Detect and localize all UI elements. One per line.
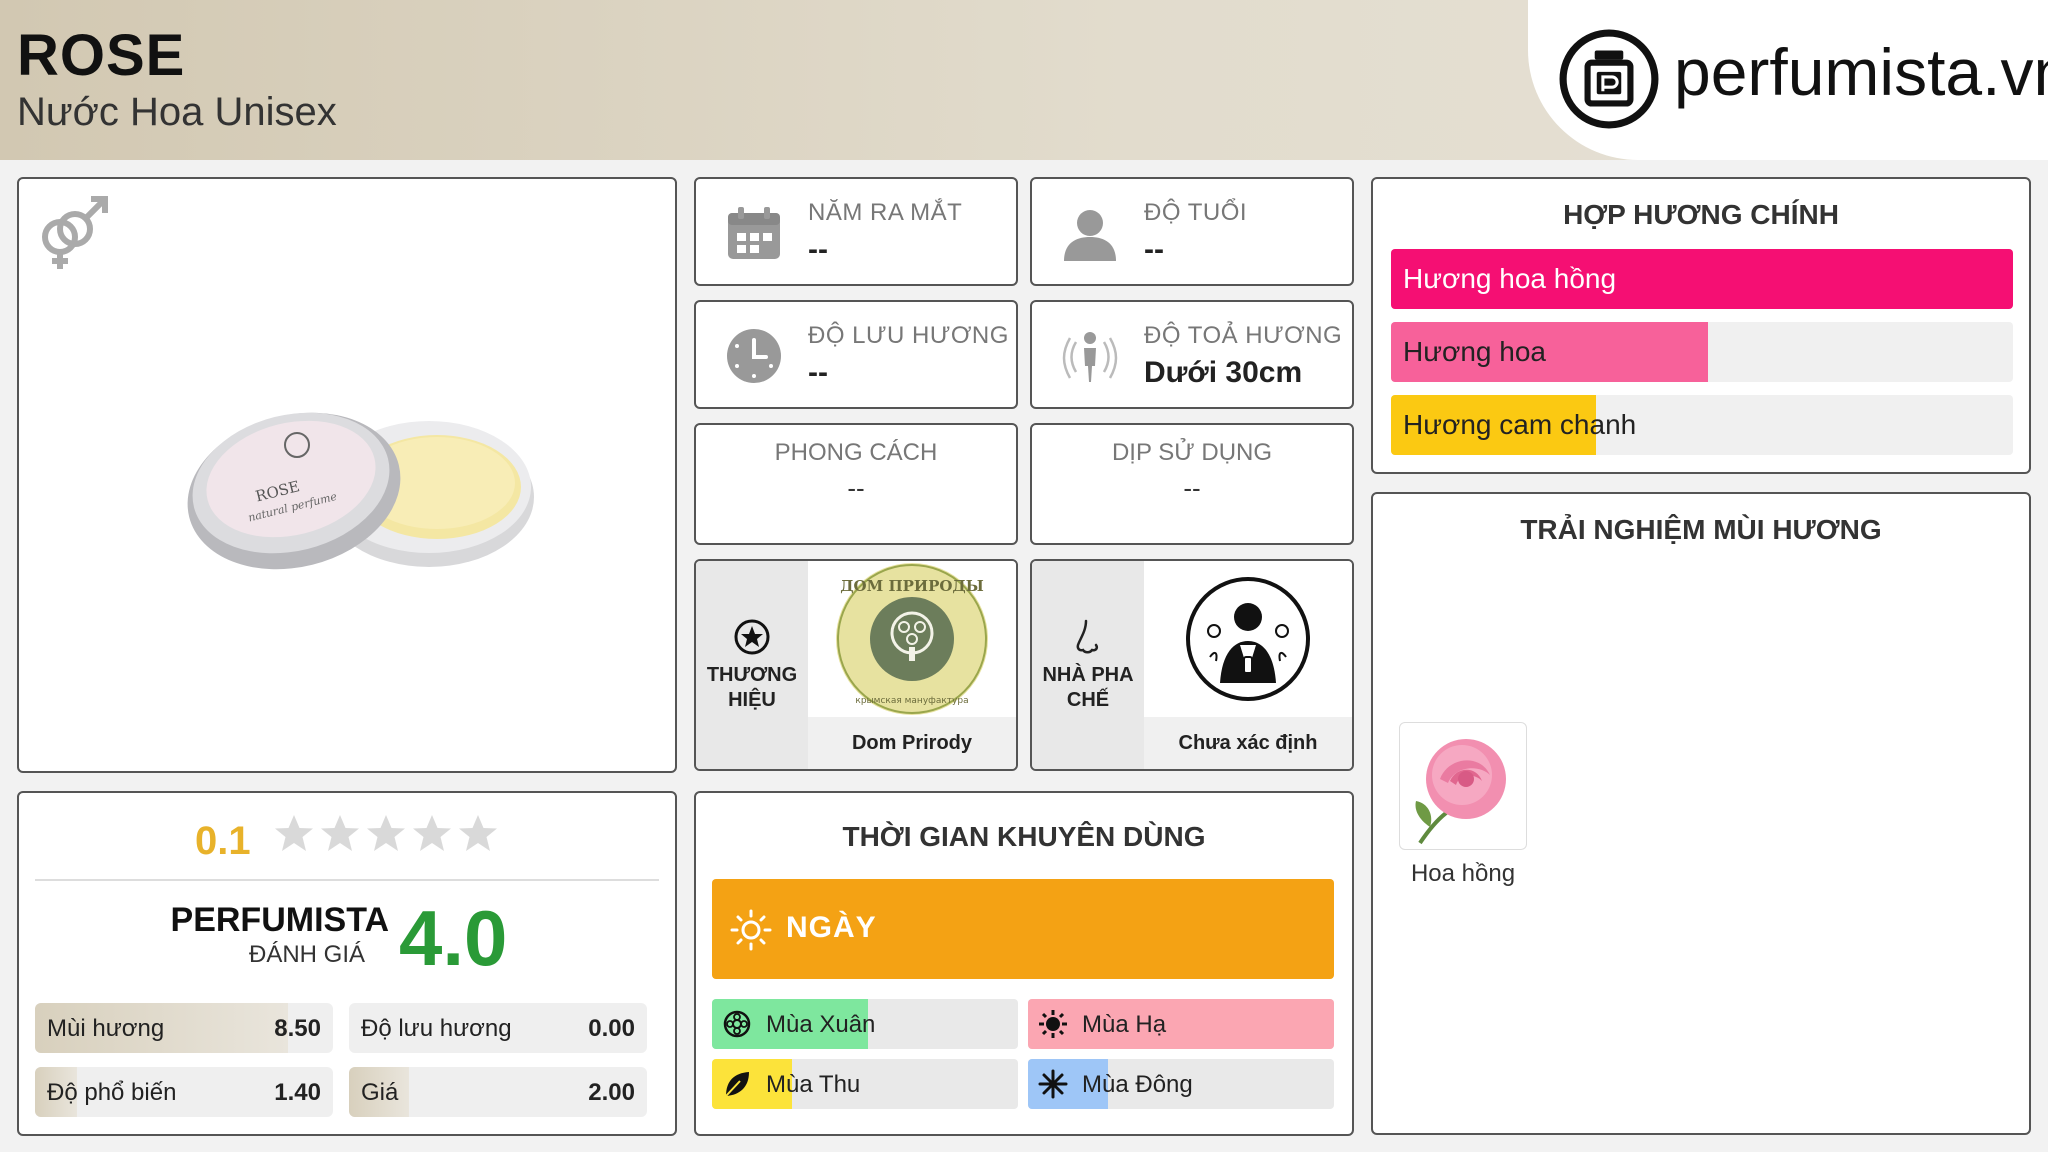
time-title: THỜI GIAN KHUYÊN DÙNG: [842, 821, 1206, 852]
occasion-value: --: [1183, 473, 1201, 503]
rating-panel: 0.1 PERFUMISTA ĐÁNH GIÁ 4.0 Mùi hương 8.5…: [17, 791, 677, 1136]
occasion-label: DỊP SỬ DỤNG: [1111, 439, 1273, 466]
notes-title: TRẢI NGHIỆM MÙI HƯƠNG: [1520, 514, 1882, 545]
product-subtitle: Nước Hoa Unisex: [17, 90, 337, 134]
perfumer-avatar-image: [1144, 561, 1352, 717]
user-icon: [1064, 210, 1116, 261]
age-label: ĐỘ TUỔI: [1144, 199, 1248, 226]
day-bar: NGÀY: [712, 879, 1334, 979]
launch-year-value: --: [808, 233, 828, 266]
star-icon[interactable]: [319, 813, 361, 855]
unisex-gender-icon: [42, 196, 108, 269]
rating-metric: Mùi hương 8.50: [35, 1003, 333, 1053]
style-tile: PHONG CÁCH --: [694, 423, 1018, 545]
longevity-value: --: [808, 356, 828, 389]
page-header: ROSE Nước Hoa Unisex perfumista.vn: [0, 0, 2048, 160]
flower-icon: [723, 1010, 751, 1038]
day-label: NGÀY: [786, 911, 877, 944]
age-value: --: [1144, 233, 1164, 266]
brand-name: Dom Prirody: [808, 717, 1016, 769]
launch-year-label: NĂM RA MẮT: [808, 199, 963, 226]
star-icon[interactable]: [411, 813, 453, 855]
note-rose-label: Hoa hồng: [1410, 860, 1516, 887]
nose-icon: [1076, 619, 1099, 654]
rating-metric-label: Độ lưu hương: [361, 1015, 512, 1042]
brand-logo-area[interactable]: perfumista.vn: [1528, 0, 2048, 160]
rating-divider: [35, 879, 659, 881]
accords-title: HỢP HƯƠNG CHÍNH: [1563, 199, 1839, 230]
star-rating[interactable]: [273, 813, 499, 855]
star-icon[interactable]: [457, 813, 499, 855]
perfumista-rating-title: PERFUMISTA: [170, 901, 389, 939]
rating-metric-value: 8.50: [274, 1015, 321, 1042]
season-bar-fill: [1028, 999, 1334, 1049]
perfumista-rating-subtitle: ĐÁNH GIÁ: [248, 941, 365, 968]
season-bar: Mùa Thu: [712, 1059, 1018, 1109]
rating-metric: Giá 2.00: [349, 1067, 647, 1117]
perfumer-tile[interactable]: NHÀ PHA CHẾ Chưa xác định: [1030, 559, 1354, 771]
sillage-tile: ĐỘ TOẢ HƯƠNG Dưới 30cm: [1030, 300, 1354, 409]
user-rating-score: 0.1: [195, 819, 251, 863]
perfumista-score: 4.0: [399, 894, 508, 982]
rating-metric-value: 2.00: [588, 1079, 635, 1106]
season-label: Mùa Hạ: [1082, 1011, 1167, 1038]
snowflake-icon: [1038, 1069, 1068, 1099]
launch-year-tile: NĂM RA MẮT --: [694, 177, 1018, 286]
product-tin-image: ROSE natural perfume: [187, 412, 534, 570]
site-name: perfumista.vn: [1674, 35, 2048, 109]
accord-bar: Hương hoa hồng: [1391, 249, 2013, 309]
sillage-value: Dưới 30cm: [1144, 356, 1303, 389]
product-image-panel: ROSE natural perfume: [17, 177, 677, 773]
season-label: Mùa Thu: [766, 1071, 861, 1098]
star-circle-icon: [734, 619, 770, 655]
brand-tile[interactable]: THƯƠNG HIỆU ДОМ ПРИРОДЫ крымская мануфак…: [694, 559, 1018, 771]
perfumer-name: Chưa xác định: [1144, 717, 1352, 769]
rating-metric: Độ lưu hương 0.00: [349, 1003, 647, 1053]
age-tile: ĐỘ TUỔI --: [1030, 177, 1354, 286]
season-bar: Mùa Hạ: [1028, 999, 1334, 1049]
accord-bar: Hương cam chanh: [1391, 395, 2013, 455]
recommended-time-panel: THỜI GIAN KHUYÊN DÙNG NGÀY Mùa Xuân Mùa H…: [694, 791, 1354, 1136]
season-label: Mùa Đông: [1082, 1071, 1193, 1098]
rose-flower-image: [1415, 739, 1506, 845]
brand-logo-subtext: крымская мануфактура: [855, 696, 968, 706]
sillage-person-icon: [1062, 332, 1118, 382]
perfumer-label: NHÀ PHA CHẾ: [1042, 664, 1134, 711]
dom-prirody-logo: ДОМ ПРИРОДЫ крымская мануфактура: [808, 561, 1016, 717]
brand-logo-text: ДОМ ПРИРОДЫ: [840, 577, 984, 595]
product-name: ROSE: [17, 23, 186, 88]
occasion-tile: DỊP SỬ DỤNG --: [1030, 423, 1354, 545]
accord-label: Hương hoa hồng: [1403, 263, 1617, 294]
style-value: --: [847, 473, 865, 503]
accord-label: Hương hoa: [1403, 336, 1546, 367]
perfume-bottle-logo-icon: [1559, 29, 1659, 129]
scent-notes-panel: TRẢI NGHIỆM MÙI HƯƠNG Hoa hồng: [1371, 492, 2031, 1135]
rating-metric-label: Giá: [361, 1079, 399, 1106]
leaf-icon: [725, 1072, 749, 1097]
sillage-label: ĐỘ TOẢ HƯƠNG: [1144, 322, 1343, 349]
accord-bar: Hương hoa: [1391, 322, 2013, 382]
rating-metric: Độ phổ biến 1.40: [35, 1067, 333, 1117]
rating-metric-value: 0.00: [588, 1015, 635, 1042]
sun-icon: [730, 909, 772, 951]
clock-icon: [727, 329, 781, 383]
sun-summer-icon: [1039, 1010, 1067, 1038]
style-label: PHONG CÁCH: [774, 439, 938, 466]
rating-metric-label: Mùi hương: [47, 1015, 165, 1042]
longevity-label: ĐỘ LƯU HƯƠNG: [808, 322, 1009, 349]
rating-metric-value: 1.40: [274, 1079, 321, 1106]
season-bar: Mùa Xuân: [712, 999, 1018, 1049]
brand-label: THƯƠNG HIỆU: [706, 664, 798, 711]
rating-metric-label: Độ phổ biến: [47, 1079, 177, 1106]
season-bar: Mùa Đông: [1028, 1059, 1334, 1109]
accord-label: Hương cam chanh: [1403, 409, 1637, 440]
main-accords-panel: HỢP HƯƠNG CHÍNH Hương hoa hồng Hương hoa H…: [1371, 177, 2031, 474]
star-icon[interactable]: [365, 813, 407, 855]
calendar-icon: [728, 207, 780, 259]
longevity-tile: ĐỘ LƯU HƯƠNG --: [694, 300, 1018, 409]
star-icon[interactable]: [273, 813, 315, 855]
season-label: Mùa Xuân: [766, 1011, 876, 1038]
note-rose-image[interactable]: [1399, 722, 1527, 850]
